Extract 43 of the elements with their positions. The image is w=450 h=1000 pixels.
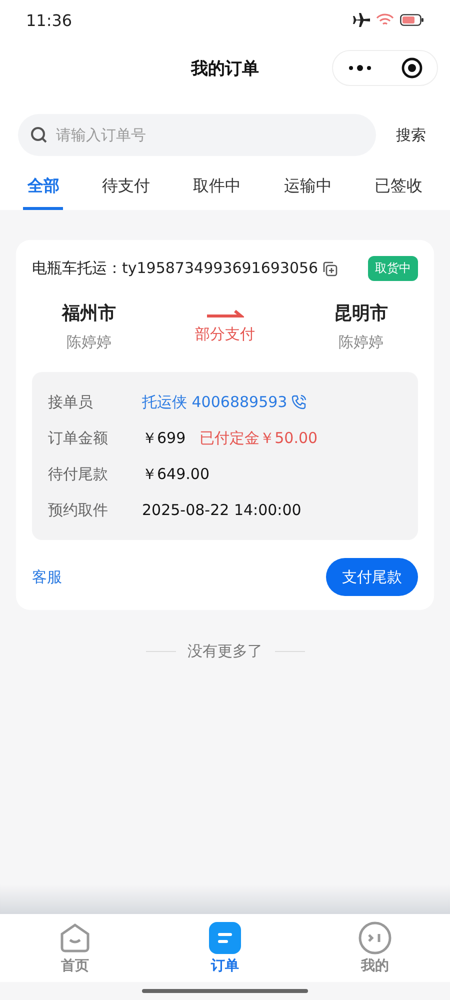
house-icon bbox=[58, 921, 92, 955]
filter-tab[interactable]: 全部 bbox=[23, 170, 64, 210]
battery-icon bbox=[400, 14, 424, 26]
close-target-icon[interactable] bbox=[400, 57, 422, 79]
wifi-icon bbox=[376, 13, 394, 27]
filter-tab[interactable]: 待支付 bbox=[98, 170, 154, 210]
search-button[interactable]: 搜索 bbox=[390, 126, 432, 144]
destination-city: 昆明市 bbox=[334, 302, 388, 325]
more-icon[interactable] bbox=[348, 64, 372, 72]
sender-name: 陈婷婷 bbox=[66, 333, 112, 352]
nav-tab[interactable]: 首页 bbox=[30, 920, 120, 976]
detail-label: 预约取件 bbox=[48, 500, 109, 520]
detail-label: 订单金额 bbox=[48, 428, 109, 448]
deposit-paid: 已付定金￥50.00 bbox=[200, 428, 318, 448]
copy-icon[interactable] bbox=[322, 260, 338, 276]
origin-city: 福州市 bbox=[62, 302, 116, 325]
filter-tab[interactable]: 已签收 bbox=[370, 170, 427, 210]
nav-tab[interactable]: 订单 bbox=[180, 920, 270, 976]
courier-phone-link[interactable]: 托运侠 4006889593 bbox=[142, 392, 288, 412]
phone-icon[interactable] bbox=[291, 394, 308, 410]
detail-value: ￥699 bbox=[142, 428, 186, 448]
detail-label: 接单员 bbox=[48, 392, 94, 412]
page-title: 我的订单 bbox=[191, 58, 259, 80]
profile-circle-icon bbox=[358, 921, 392, 955]
end-of-list-text: 没有更多了 bbox=[188, 642, 262, 661]
search-icon bbox=[30, 126, 48, 144]
pay-balance-button[interactable]: 支付尾款 bbox=[326, 558, 418, 596]
search-field[interactable]: 请输入订单号 bbox=[18, 114, 376, 156]
detail-value: 2025-08-22 14:00:00 bbox=[142, 501, 302, 519]
filter-tab[interactable]: 取件中 bbox=[188, 170, 245, 210]
detail-value: ￥649.00 bbox=[142, 464, 210, 484]
payment-status: 部分支付 bbox=[195, 325, 255, 344]
order-number: 电瓶车托运：ty1958734993691693056 bbox=[32, 259, 318, 278]
status-badge: 取货中 bbox=[368, 256, 418, 281]
status-time: 11:36 bbox=[26, 10, 72, 30]
nav-tab[interactable]: 我的 bbox=[330, 920, 420, 976]
detail-label: 待付尾款 bbox=[48, 464, 109, 484]
search-input[interactable]: 请输入订单号 bbox=[54, 125, 364, 145]
customer-service-link[interactable]: 客服 bbox=[32, 568, 62, 586]
filter-tab[interactable]: 运输中 bbox=[280, 170, 336, 210]
airplane-icon bbox=[352, 12, 370, 28]
receiver-name: 陈婷婷 bbox=[338, 333, 384, 352]
list-icon bbox=[208, 921, 242, 955]
